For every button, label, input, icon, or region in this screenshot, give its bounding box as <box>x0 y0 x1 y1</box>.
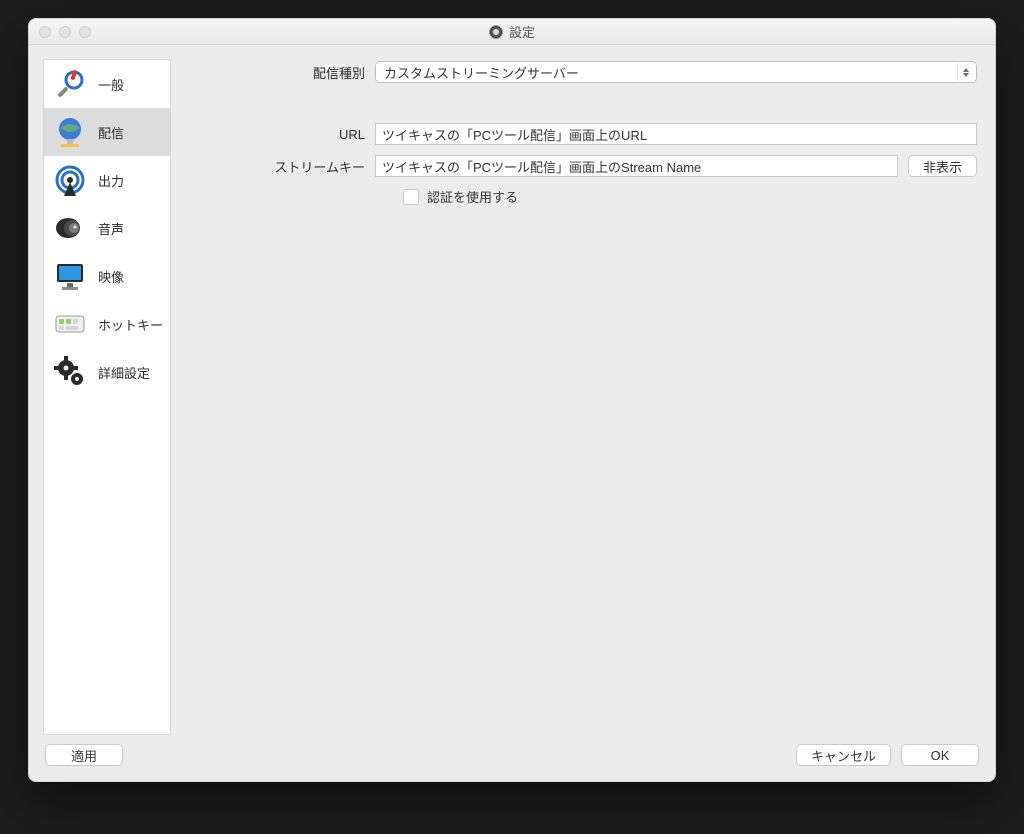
cancel-button[interactable]: キャンセル <box>796 744 891 766</box>
keyboard-icon <box>50 304 90 344</box>
titlebar: 設定 <box>29 19 995 45</box>
wrench-search-icon <box>50 64 90 104</box>
sidebar-item-label: 出力 <box>98 171 124 190</box>
streamkey-label: ストリームキー <box>185 157 365 176</box>
sidebar-item-hotkeys[interactable]: ホットキー <box>44 300 170 348</box>
window-title-group: 設定 <box>29 22 995 41</box>
obs-logo-icon <box>489 25 503 39</box>
sidebar: 一般 配信 <box>43 59 171 735</box>
speaker-icon <box>50 208 90 248</box>
service-select[interactable]: カスタムストリーミングサーバー <box>375 61 977 83</box>
url-input-value: ツイキャスの「PCツール配信」画面上のURL <box>382 125 647 144</box>
sidebar-item-label: ホットキー <box>98 315 163 334</box>
settings-panel: 配信種別 カスタムストリーミングサーバー URL ツイキャスの「PCツール配信」… <box>185 59 981 735</box>
use-auth-label: 認証を使用する <box>427 187 518 206</box>
sidebar-item-general[interactable]: 一般 <box>44 60 170 108</box>
broadcast-icon <box>50 160 90 200</box>
hide-show-button-label: 非表示 <box>923 157 962 176</box>
sidebar-item-audio[interactable]: 音声 <box>44 204 170 252</box>
url-label: URL <box>185 127 365 142</box>
hide-show-button[interactable]: 非表示 <box>908 155 977 177</box>
sidebar-item-output[interactable]: 出力 <box>44 156 170 204</box>
sidebar-item-label: 配信 <box>98 123 124 142</box>
sidebar-item-label: 詳細設定 <box>98 363 150 382</box>
sidebar-item-stream[interactable]: 配信 <box>44 108 170 156</box>
sidebar-item-label: 一般 <box>98 75 124 94</box>
sidebar-item-advanced[interactable]: 詳細設定 <box>44 348 170 396</box>
apply-button-label: 適用 <box>71 746 97 765</box>
sidebar-item-label: 音声 <box>98 219 124 238</box>
globe-icon <box>50 112 90 152</box>
streamkey-input-value: ツイキャスの「PCツール配信」画面上のStream Name <box>382 157 701 176</box>
ok-button[interactable]: OK <box>901 744 979 766</box>
sidebar-item-video[interactable]: 映像 <box>44 252 170 300</box>
monitor-icon <box>50 256 90 296</box>
settings-window: 設定 一般 <box>28 18 996 782</box>
cancel-button-label: キャンセル <box>811 746 876 765</box>
gears-icon <box>50 352 90 392</box>
use-auth-checkbox[interactable] <box>403 189 419 205</box>
apply-button[interactable]: 適用 <box>45 744 123 766</box>
bottom-bar: 適用 キャンセル OK <box>29 735 995 781</box>
dropdown-caret-icon <box>957 63 972 81</box>
streamkey-input[interactable]: ツイキャスの「PCツール配信」画面上のStream Name <box>375 155 898 177</box>
window-title: 設定 <box>509 22 535 41</box>
service-label: 配信種別 <box>185 63 365 82</box>
url-input[interactable]: ツイキャスの「PCツール配信」画面上のURL <box>375 123 977 145</box>
service-select-value: カスタムストリーミングサーバー <box>384 63 579 82</box>
sidebar-item-label: 映像 <box>98 267 124 286</box>
ok-button-label: OK <box>931 748 950 763</box>
